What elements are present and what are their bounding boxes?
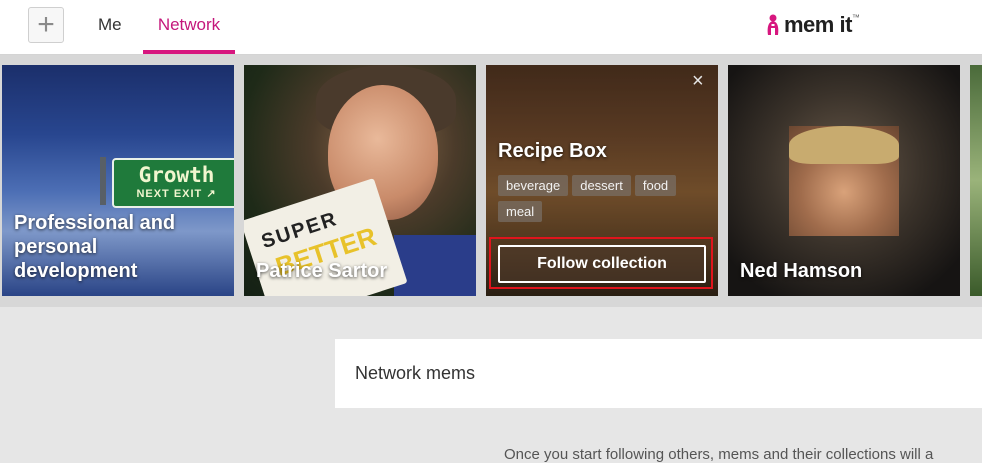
tag-food[interactable]: food	[634, 175, 677, 196]
tag-meal[interactable]: meal	[498, 201, 543, 222]
card-title: Professional and personal development	[14, 212, 176, 282]
person-hat	[789, 126, 899, 164]
card-title: Recipe Box	[498, 140, 607, 162]
person-shirt	[394, 235, 476, 296]
sign-post	[100, 157, 106, 205]
section-title: Network mems	[355, 363, 476, 383]
tag-dessert[interactable]: dessert	[572, 175, 631, 196]
memit-logo-icon	[767, 14, 779, 35]
card-title: Ned Hamson	[740, 260, 863, 282]
logo-wordmark: mem it	[784, 12, 852, 37]
collection-card-patrice-sartor[interactable]: SUPER BETTER Patrice Sartor	[244, 65, 476, 296]
collection-carousel: Growth NEXT EXIT ↗ Professional and pers…	[0, 55, 982, 307]
top-navbar: + Me Network mem it ™	[0, 0, 982, 55]
collection-card-professional-development[interactable]: Growth NEXT EXIT ↗ Professional and pers…	[2, 65, 234, 296]
collection-card-recipe-box[interactable]: × Recipe Box beverage dessert food meal …	[486, 65, 718, 296]
tag-list: beverage dessert food meal	[498, 175, 708, 222]
collection-card-partial[interactable]	[970, 65, 982, 296]
follow-collection-button[interactable]: Follow collection	[498, 245, 706, 283]
logo-trademark: ™	[851, 13, 860, 22]
tag-beverage[interactable]: beverage	[498, 175, 569, 196]
sign-line-2: NEXT EXIT ↗	[136, 188, 217, 200]
memit-logo[interactable]: mem it ™	[765, 10, 860, 40]
collection-card-ned-hamson[interactable]: Ned Hamson	[728, 65, 960, 296]
card-title: Patrice Sartor	[256, 260, 388, 282]
empty-state-text: Once you start following others, mems an…	[504, 446, 934, 463]
tab-me[interactable]: Me	[98, 0, 122, 54]
close-icon[interactable]: ×	[692, 70, 704, 93]
sign-line-1: Growth	[138, 163, 215, 187]
add-mem-button[interactable]: +	[28, 7, 64, 43]
network-mems-panel: Network mems	[335, 339, 982, 408]
growth-sign-image: Growth NEXT EXIT ↗	[112, 158, 234, 208]
tab-network[interactable]: Network	[143, 0, 235, 54]
